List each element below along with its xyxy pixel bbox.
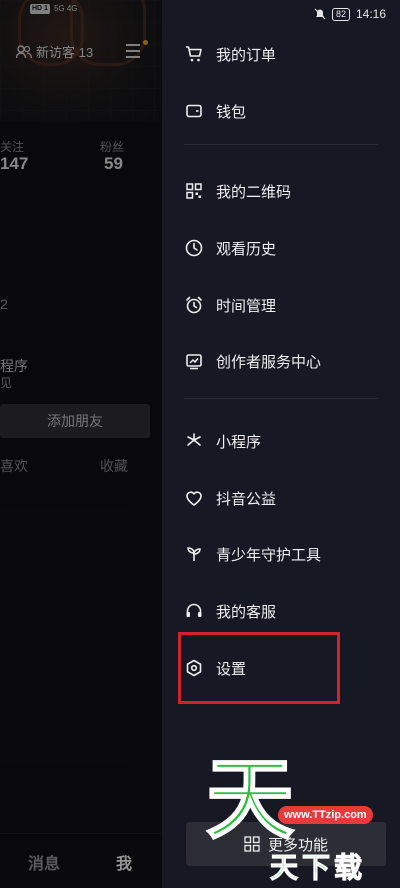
menu-item-creator-center[interactable]: 创作者服务中心 bbox=[184, 341, 384, 381]
watermark-logo: 天 www.TTzip.com 天下载 bbox=[205, 712, 396, 888]
menu-item-label: 观看历史 bbox=[216, 240, 277, 258]
menu-item-label: 创作者服务中心 bbox=[216, 353, 322, 371]
menu-item-charity[interactable]: 抖音公益 bbox=[184, 478, 384, 518]
miniprogram-icon bbox=[187, 433, 201, 446]
menu-item-orders[interactable]: 我的订单 bbox=[184, 34, 384, 74]
watermark-text: 天下载 bbox=[269, 852, 367, 884]
menu-item-label: 我的二维码 bbox=[216, 183, 292, 201]
history-icon bbox=[185, 239, 203, 257]
menu-item-label: 我的客服 bbox=[216, 603, 277, 621]
chart-icon bbox=[186, 354, 202, 370]
menu-item-label: 小程序 bbox=[216, 433, 262, 451]
cart-icon bbox=[186, 46, 202, 62]
menu-item-label: 钱包 bbox=[216, 103, 247, 121]
qrcode-icon bbox=[186, 183, 202, 199]
menu-item-label: 青少年守护工具 bbox=[216, 546, 322, 564]
profile-page: HD 1 5G 4G 新访客 13 关注 147 粉丝 59 2 程序 见 添加… bbox=[0, 0, 162, 888]
sprout-icon bbox=[187, 547, 201, 561]
menu-item-label: 时间管理 bbox=[216, 297, 277, 315]
menu-item-history[interactable]: 观看历史 bbox=[184, 228, 384, 268]
menu-item-customer-service[interactable]: 我的客服 bbox=[184, 591, 384, 631]
status-bar-right: 82 14:16 bbox=[314, 7, 386, 21]
menu-item-label: 我的订单 bbox=[216, 46, 277, 64]
headset-icon bbox=[186, 603, 202, 617]
menu-divider bbox=[184, 144, 378, 145]
menu-item-qrcode[interactable]: 我的二维码 bbox=[184, 171, 384, 211]
alarm-icon bbox=[186, 296, 202, 314]
menu-item-youth-protection[interactable]: 青少年守护工具 bbox=[184, 534, 384, 574]
heart-icon bbox=[186, 491, 202, 506]
settings-highlight-box bbox=[178, 632, 340, 704]
menu-divider bbox=[184, 398, 378, 399]
drawer-scrim[interactable] bbox=[0, 0, 162, 888]
menu-item-time-management[interactable]: 时间管理 bbox=[184, 285, 384, 325]
mute-bell-icon bbox=[314, 8, 326, 20]
menu-item-wallet[interactable]: 钱包 bbox=[184, 91, 384, 131]
menu-item-label: 抖音公益 bbox=[216, 490, 277, 508]
watermark-url: www.TTzip.com bbox=[278, 806, 373, 824]
menu-item-mini-program[interactable]: 小程序 bbox=[184, 421, 384, 461]
clock: 14:16 bbox=[355, 7, 386, 21]
battery-indicator: 82 bbox=[331, 7, 350, 21]
wallet-icon bbox=[186, 104, 202, 118]
